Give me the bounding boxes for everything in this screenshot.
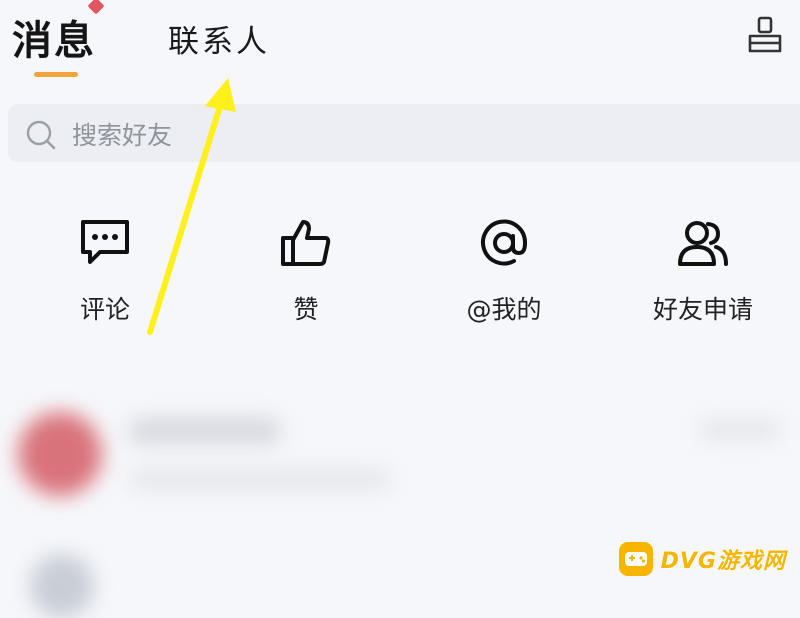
quick-action-friend-request[interactable]: 好友申请 — [646, 218, 760, 326]
search-icon — [26, 120, 56, 150]
quick-action-like[interactable]: 赞 — [266, 218, 346, 326]
watermark-text: DVG游戏网 — [660, 549, 786, 574]
thumbs-up-icon — [281, 220, 331, 266]
friend-request-icon — [678, 221, 728, 266]
tab-messages[interactable]: 消息 — [12, 8, 96, 66]
quick-action-mentions[interactable]: @我的 — [452, 218, 556, 326]
search-bar[interactable]: 搜索好友 — [8, 104, 800, 162]
clean-broom-icon[interactable] — [745, 15, 785, 55]
top-header: 消息 联系人 — [0, 0, 800, 95]
watermark: DVG游戏网 — [618, 539, 786, 579]
active-tab-indicator — [34, 72, 78, 77]
tab-contacts[interactable]: 联系人 — [168, 16, 270, 61]
comment-bubble-icon — [81, 220, 129, 264]
search-placeholder: 搜索好友 — [72, 121, 173, 150]
at-sign-icon — [481, 219, 528, 266]
quick-action-label: 好友申请 — [652, 295, 753, 324]
quick-action-label: 赞 — [293, 295, 319, 324]
gamepad-logo-icon — [618, 542, 653, 576]
quick-action-comment[interactable]: 评论 — [64, 218, 146, 326]
quick-action-label: @我的 — [466, 295, 542, 324]
conversation-list-blurred — [0, 392, 800, 542]
quick-action-label: 评论 — [79, 295, 130, 324]
